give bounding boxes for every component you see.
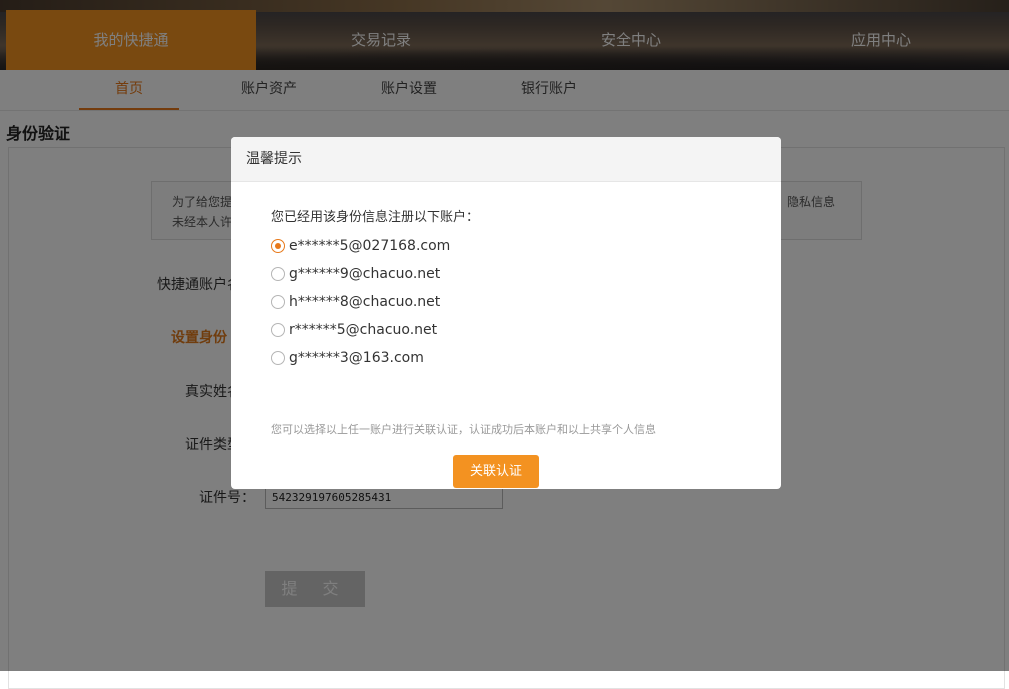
link-verify-button[interactable]: 关联认证	[453, 455, 539, 488]
account-option[interactable]: e******5@027168.com	[271, 236, 450, 256]
account-email: h******8@chacuo.net	[289, 294, 441, 310]
radio-button-checked[interactable]	[271, 239, 285, 253]
radio-button[interactable]	[271, 351, 285, 365]
account-option[interactable]: r******5@chacuo.net	[271, 320, 437, 340]
radio-button[interactable]	[271, 267, 285, 281]
reminder-dialog: 温馨提示 您已经用该身份信息注册以下账户： e******5@027168.co…	[231, 137, 781, 489]
account-email: g******3@163.com	[289, 350, 424, 366]
dialog-title: 温馨提示	[231, 137, 781, 182]
radio-button[interactable]	[271, 323, 285, 337]
account-option[interactable]: g******9@chacuo.net	[271, 264, 440, 284]
dialog-hint: 您可以选择以上任一账户进行关联认证，认证成功后本账户和以上共享个人信息	[271, 423, 656, 436]
account-email: r******5@chacuo.net	[289, 322, 438, 338]
radio-button[interactable]	[271, 295, 285, 309]
account-option[interactable]: g******3@163.com	[271, 348, 424, 368]
dialog-intro: 您已经用该身份信息注册以下账户：	[271, 210, 480, 225]
account-email: e******5@027168.com	[289, 238, 451, 254]
account-option[interactable]: h******8@chacuo.net	[271, 292, 440, 312]
account-email: g******9@chacuo.net	[289, 266, 441, 282]
